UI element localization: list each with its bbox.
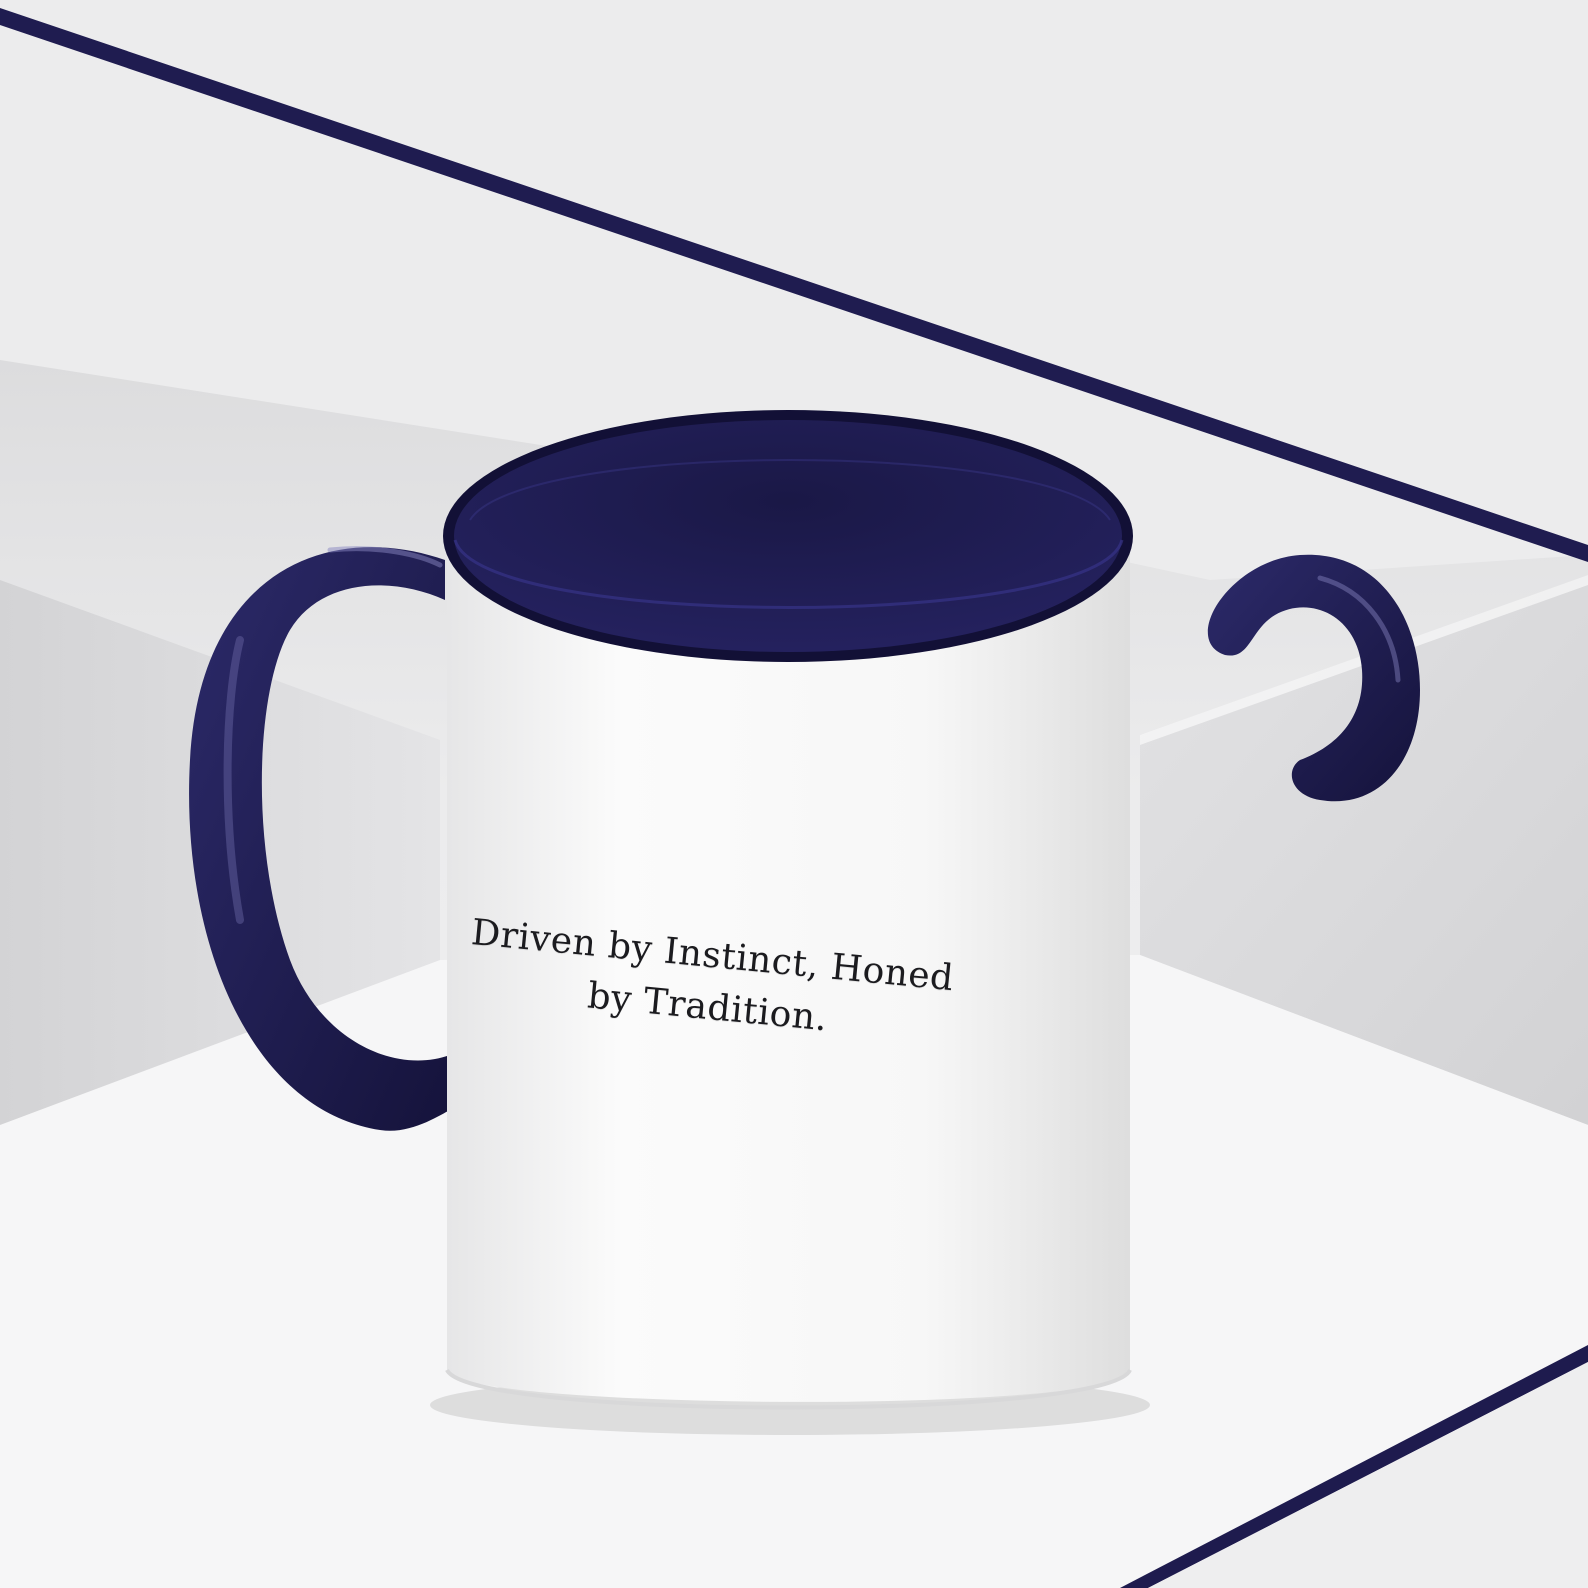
product-scene: Driven by Instinct, Honed by Tradition. bbox=[0, 0, 1588, 1588]
scene-illustration bbox=[0, 0, 1588, 1588]
